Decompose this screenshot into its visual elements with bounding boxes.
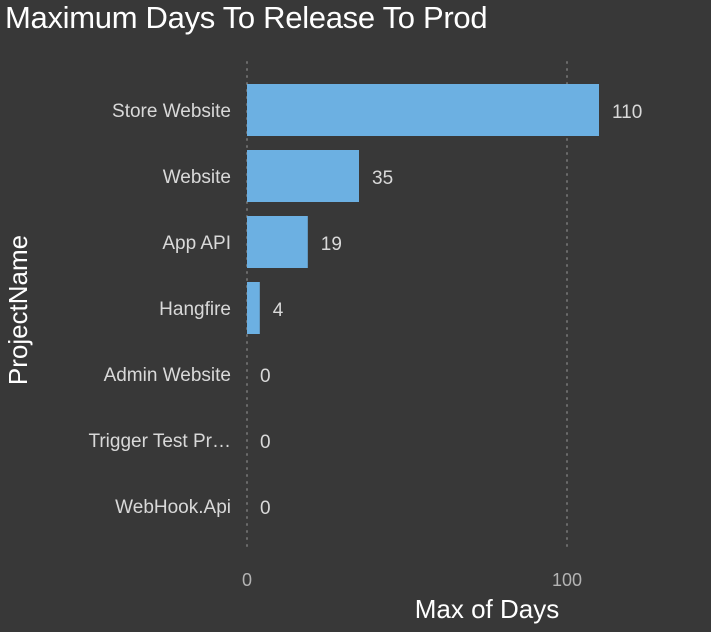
category-label: Store Website xyxy=(112,101,231,122)
category-labels: Store Website Website App API Hangfire Admin… xyxy=(88,101,231,518)
x-tick-labels: 0 100 xyxy=(242,570,582,590)
value-label: 0 xyxy=(260,498,271,519)
x-tick-label: 100 xyxy=(552,570,582,590)
bar[interactable] xyxy=(247,84,599,136)
category-label: Admin Website xyxy=(104,365,231,386)
category-label: Trigger Test Pr… xyxy=(88,431,231,452)
bar[interactable] xyxy=(247,216,308,268)
value-label: 19 xyxy=(321,234,342,255)
bar-chart: Store Website Website App API Hangfire Admin… xyxy=(3,61,642,624)
category-label: Hangfire xyxy=(159,299,231,320)
value-label: 35 xyxy=(372,168,393,189)
category-label: App API xyxy=(162,233,231,254)
category-label: Website xyxy=(163,167,231,188)
category-label: WebHook.Api xyxy=(115,497,231,518)
bar[interactable] xyxy=(247,150,359,202)
value-label: 0 xyxy=(260,366,271,387)
bars xyxy=(247,84,599,334)
value-label: 0 xyxy=(260,432,271,453)
x-axis-title: Max of Days xyxy=(415,594,560,624)
x-tick-label: 0 xyxy=(242,570,252,590)
value-label: 110 xyxy=(612,102,642,123)
value-label: 4 xyxy=(273,300,284,321)
bar[interactable] xyxy=(247,282,260,334)
y-axis-title: ProjectName xyxy=(3,235,33,385)
